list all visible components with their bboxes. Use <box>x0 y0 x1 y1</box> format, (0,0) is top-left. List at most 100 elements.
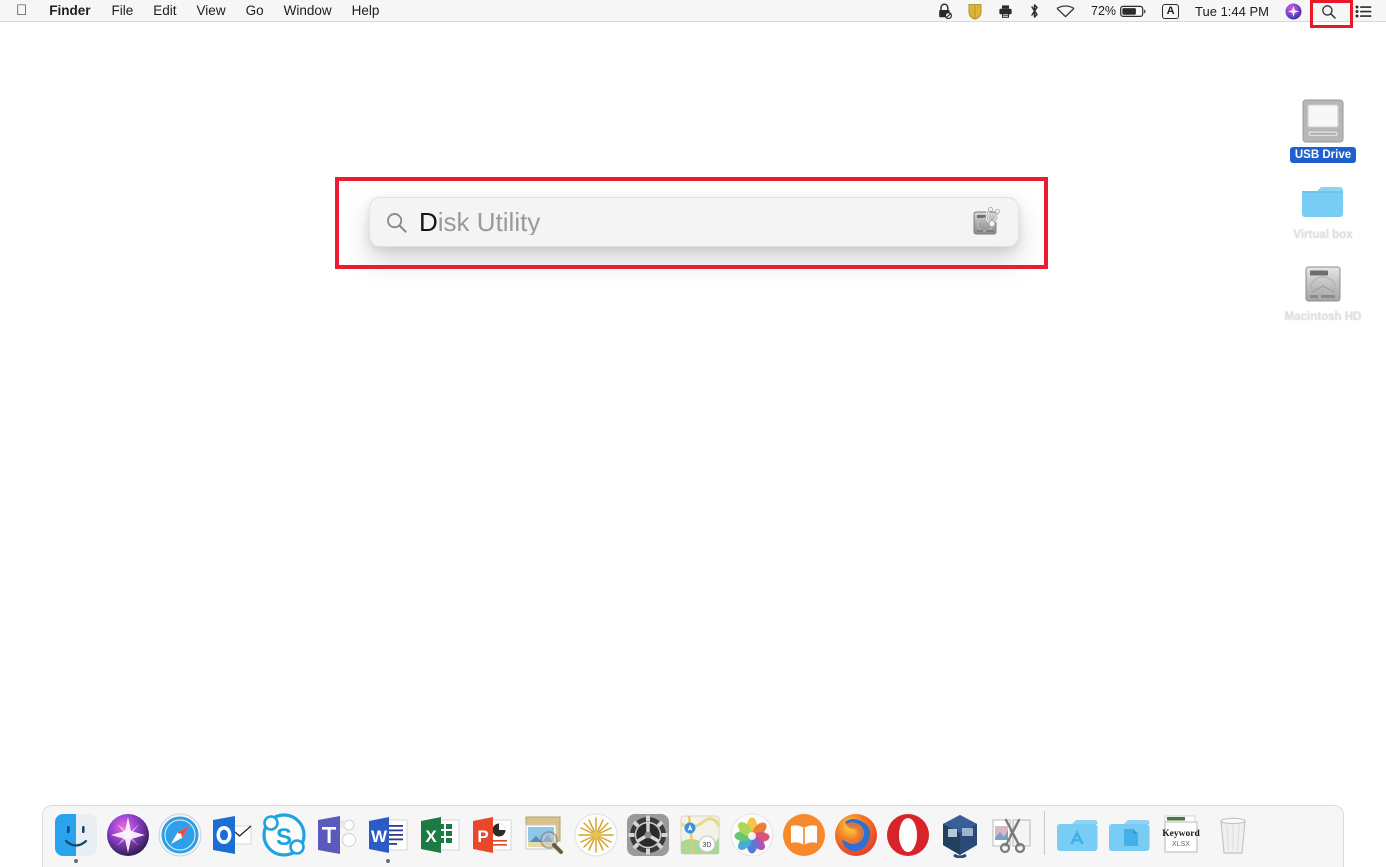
menu-bar:  Finder File Edit View Go Window Help <box>0 0 1386 28</box>
folder-icon <box>1302 187 1343 217</box>
spotlight-typed-text: D <box>419 209 438 235</box>
input-source-indicator[interactable]: A <box>1154 0 1187 22</box>
file-type-label: XLSX <box>1172 841 1190 848</box>
dock-item-microsoft-powerpoint[interactable]: P <box>466 807 518 863</box>
dock-separator <box>1044 811 1045 855</box>
dock-item-keyword-file[interactable]: Keyword XLSX <box>1155 807 1207 863</box>
photos-icon <box>729 812 775 858</box>
starburst-icon <box>573 812 619 858</box>
search-icon <box>1322 4 1336 19</box>
excel-icon: X <box>417 812 463 858</box>
spotlight-menu-button[interactable] <box>1310 0 1353 28</box>
siri-icon <box>105 812 151 858</box>
books-icon <box>781 812 827 858</box>
teams-icon <box>313 812 359 858</box>
shield-icon[interactable] <box>960 0 990 22</box>
dock-item-firework[interactable] <box>570 807 622 863</box>
dock: S W X P 3D Keyword XLSX <box>42 805 1344 867</box>
internal-drive-icon <box>1305 266 1341 302</box>
spotlight-search-bar[interactable]: Disk Utility <box>369 197 1019 247</box>
system-preferences-icon <box>625 812 671 858</box>
lock-disabled-icon[interactable] <box>929 0 960 22</box>
running-indicator <box>386 859 390 863</box>
battery-status[interactable]: 72% <box>1083 0 1154 22</box>
xlsx-file-icon: Keyword XLSX <box>1158 812 1204 858</box>
external-drive-icon <box>1302 99 1344 143</box>
trash-icon <box>1210 812 1256 858</box>
desktop-icon-label: USB Drive <box>1289 147 1357 163</box>
svg-text:S: S <box>276 824 292 851</box>
control-center-icon[interactable] <box>1347 0 1380 22</box>
maps-icon: 3D <box>677 812 723 858</box>
opera-icon <box>885 812 931 858</box>
word-icon: W <box>365 812 411 858</box>
skype-icon: S <box>261 812 307 858</box>
menu-bar-status-items: 72% A Tue 1:44 PM <box>929 0 1386 28</box>
safari-icon <box>157 812 203 858</box>
input-source-label: A <box>1162 3 1180 19</box>
dock-item-siri[interactable] <box>102 807 154 863</box>
menu-item-view[interactable]: View <box>187 0 236 22</box>
dock-item-microsoft-excel[interactable]: X <box>414 807 466 863</box>
running-indicator <box>74 859 78 863</box>
finder-icon <box>53 812 99 858</box>
spotlight-suggested-text: isk Utility <box>437 209 541 235</box>
dock-item-finder[interactable] <box>50 807 102 863</box>
svg-text:3D: 3D <box>703 842 712 849</box>
menu-item-help[interactable]: Help <box>342 0 390 22</box>
battery-percent-label: 72% <box>1091 4 1117 18</box>
desktop-icon-label: Macintosh HD <box>1284 311 1362 323</box>
applications-folder-icon <box>1054 812 1100 858</box>
menu-bar-clock[interactable]: Tue 1:44 PM <box>1187 0 1277 22</box>
dock-item-outlook[interactable] <box>206 807 258 863</box>
svg-text:X: X <box>425 827 437 846</box>
virtualbox-icon <box>937 812 983 858</box>
disk-utility-icon[interactable] <box>972 205 1006 239</box>
documents-folder-icon <box>1106 812 1152 858</box>
dock-item-firefox[interactable] <box>830 807 882 863</box>
desktop-icon-label: Virtual box <box>1293 229 1353 241</box>
dock-item-opera[interactable] <box>882 807 934 863</box>
svg-text:P: P <box>477 827 488 846</box>
battery-icon <box>1120 5 1146 17</box>
menu-item-go[interactable]: Go <box>236 0 274 22</box>
menu-item-finder[interactable]: Finder <box>38 0 101 22</box>
siri-icon[interactable] <box>1277 0 1310 22</box>
search-icon <box>387 212 407 233</box>
svg-text:W: W <box>371 827 388 846</box>
dock-item-preview[interactable] <box>518 807 570 863</box>
dock-item-maps[interactable]: 3D <box>674 807 726 863</box>
dock-item-photos[interactable] <box>726 807 778 863</box>
outlook-icon <box>209 812 255 858</box>
menu-item-file[interactable]: File <box>102 0 144 22</box>
dock-item-books[interactable] <box>778 807 830 863</box>
dock-item-system-preferences[interactable] <box>622 807 674 863</box>
powerpoint-icon: P <box>469 812 515 858</box>
firefox-icon <box>833 812 879 858</box>
desktop-icon-usb-drive[interactable]: USB Drive <box>1275 98 1371 163</box>
menu-item-edit[interactable]: Edit <box>143 0 186 22</box>
bluetooth-icon[interactable] <box>1021 0 1048 22</box>
wifi-icon[interactable] <box>1048 0 1083 22</box>
dock-item-applications-folder[interactable] <box>1051 807 1103 863</box>
dock-item-safari[interactable] <box>154 807 206 863</box>
dock-item-virtualbox[interactable] <box>934 807 986 863</box>
dock-item-skype[interactable]: S <box>258 807 310 863</box>
menu-item-window[interactable]: Window <box>274 0 342 22</box>
menu-bar-app-menus:  Finder File Edit View Go Window Help <box>0 0 389 22</box>
dock-item-microsoft-word[interactable]: W <box>362 807 414 863</box>
dock-item-grab[interactable] <box>986 807 1038 863</box>
desktop-icon-macintosh-hd[interactable]: Macintosh HD <box>1275 262 1371 325</box>
desktop: USB Drive Virtual box Macintosh HD S W X… <box>0 22 1386 867</box>
scissors-snip-icon <box>989 812 1035 858</box>
file-title-label: Keyword <box>1162 829 1200 839</box>
spotlight-search-input[interactable]: Disk Utility <box>419 209 972 235</box>
apple-menu-button[interactable]:  <box>0 3 38 18</box>
dock-item-trash[interactable] <box>1207 807 1259 863</box>
apple-logo-icon:  <box>16 3 27 18</box>
dock-item-microsoft-teams[interactable] <box>310 807 362 863</box>
printer-icon[interactable] <box>990 0 1021 22</box>
preview-icon <box>521 812 567 858</box>
desktop-icon-virtual-box[interactable]: Virtual box <box>1275 180 1371 243</box>
dock-item-documents-folder[interactable] <box>1103 807 1155 863</box>
